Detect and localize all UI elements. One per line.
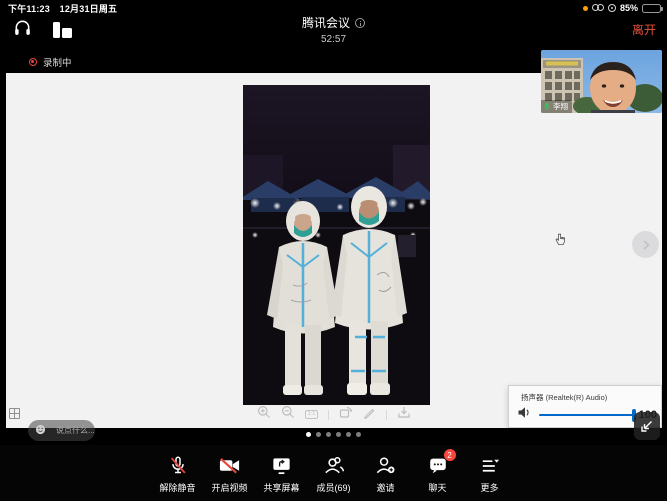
shared-photo [243,85,430,405]
meeting-title: 腾讯会议 [302,14,350,31]
tool-label: 聊天 [428,481,446,494]
mic-active-icon [543,102,551,111]
page-dot[interactable] [346,432,351,437]
page-dot[interactable] [306,432,311,437]
more-button[interactable]: 更多 [464,454,516,494]
viewer-separator [386,410,387,420]
status-indicators: 85% [583,2,661,14]
members-icon [322,454,346,477]
page-dot[interactable] [326,432,331,437]
status-time: 下午11:23 [8,4,50,14]
tool-label: 邀请 [376,481,394,494]
page-dot[interactable] [336,432,341,437]
invite-button[interactable]: 邀请 [360,454,412,494]
page-indicator-dots[interactable] [0,432,667,437]
chat-badge: 2 [444,449,456,461]
members-button[interactable]: 成员(69) [308,454,360,494]
recording-label: 录制中 [43,55,72,69]
hand-cursor-icon [555,233,566,251]
info-icon[interactable] [355,18,365,28]
chat-button[interactable]: 2 聊天 [412,454,464,494]
rotate-icon[interactable] [339,405,353,424]
chat-quick-input[interactable]: 说点什么... [28,420,95,441]
actual-size-icon[interactable]: 1:1 [305,410,319,420]
invite-icon [374,454,397,477]
volume-device-label: 扬声器 (Realtek(R) Audio) [521,392,607,403]
unmute-button[interactable]: 解除静音 [152,454,204,494]
hotspot-icon [592,4,604,12]
grid-view-icon[interactable] [9,408,20,419]
edit-pencil-icon[interactable] [363,406,376,424]
tool-label: 开启视频 [211,481,247,494]
share-screen-icon [270,454,293,477]
page-dot[interactable] [316,432,321,437]
recording-dot-icon [29,58,37,66]
bottom-toolbar: 解除静音 开启视频 共享屏幕 成员(69) 邀请 [0,445,667,501]
tencent-meeting-app: 下午11:23 12月31日周五 85% 腾讯会议 52:57 离开 录制中 [0,0,667,501]
more-icon [478,454,501,477]
next-page-button[interactable] [632,231,659,258]
tool-label: 解除静音 [159,481,195,494]
download-icon[interactable] [397,405,411,424]
start-video-button[interactable]: 开启视频 [204,454,256,494]
speaker-icon [517,406,532,424]
chat-icon: 2 [427,454,449,477]
battery-icon [642,4,661,13]
zoom-out-icon[interactable] [281,405,295,424]
orientation-lock-icon [608,4,616,12]
page-dot[interactable] [356,432,361,437]
status-date: 12月31日周五 [60,4,118,14]
mic-in-use-indicator-icon [583,6,588,11]
leave-button[interactable]: 离开 [632,21,656,38]
participant-name-tag: 李翔 [541,100,572,113]
battery-percent: 85% [620,3,638,13]
tool-label: 成员(69) [316,481,350,494]
viewer-separator [328,410,329,420]
shared-screen-area: 1:1 扬声器 (Realtek(R) Audio) [6,73,662,428]
camera-off-icon [217,454,242,477]
zoom-in-icon[interactable] [257,405,271,424]
meeting-timer: 52:57 [0,34,667,45]
participant-name: 李翔 [553,101,568,112]
nav-center: 腾讯会议 52:57 [0,14,667,45]
volume-slider[interactable] [539,414,633,417]
self-video-thumbnail[interactable]: 李翔 [541,50,662,113]
recording-indicator: 录制中 [29,55,72,69]
tool-label: 共享屏幕 [263,481,299,494]
tool-label: 更多 [480,481,498,494]
share-screen-button[interactable]: 共享屏幕 [256,454,308,494]
collapse-view-button[interactable] [634,412,660,440]
mic-muted-icon [167,454,189,477]
